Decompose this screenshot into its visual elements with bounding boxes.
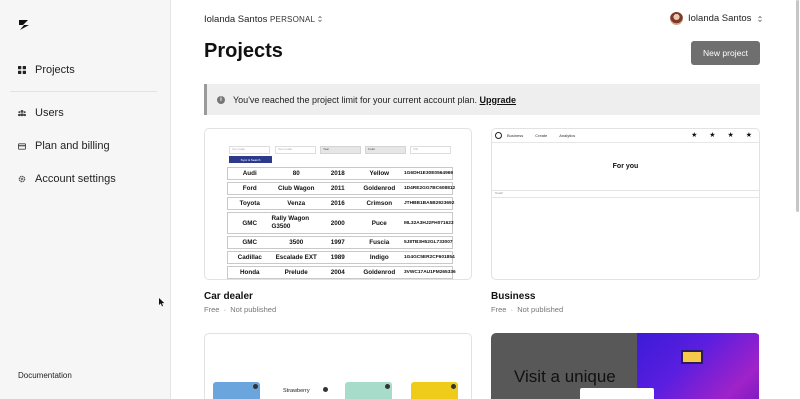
table-row: Honda Prelude 2004 Goldenrod 3VWC17AU1FM2653…	[227, 266, 456, 279]
new-project-button[interactable]: New project	[691, 41, 760, 65]
user-menu[interactable]: Iolanda Santos	[670, 12, 764, 25]
table-row: Ford Club Wagon 2011 Goldenrod 1D4RE2GG7BC60…	[227, 182, 455, 195]
sidebar-item-label: Account settings	[35, 173, 116, 185]
thumbnail-tile	[411, 382, 458, 399]
preview-shape	[681, 350, 703, 364]
card-icon	[18, 142, 26, 150]
sidebar-item-label: Plan and billing	[35, 140, 110, 152]
users-icon	[18, 109, 26, 117]
avatar	[670, 12, 683, 25]
account-type-badge: PERSONAL	[270, 15, 316, 24]
project-title[interactable]: Business	[491, 291, 535, 302]
alert-text: You've reached the project limit for you…	[233, 94, 517, 105]
info-icon: i	[217, 95, 225, 104]
preview-small-text: Small	[495, 191, 503, 195]
upgrade-link[interactable]: Upgrade	[480, 95, 517, 105]
account-name[interactable]: Iolanda Santos	[204, 14, 267, 25]
project-card-car-dealer[interactable]: Car make Car model Year Color VIN Sync &…	[204, 128, 472, 280]
gear-icon	[18, 175, 26, 183]
star-icons: ★ ★ ★ ★	[691, 132, 757, 139]
close-icon	[323, 387, 328, 392]
table-row: GMC Rally Wagon G3500 2000 Puce ML32A3HJ2FH0…	[227, 212, 454, 234]
search-button: Sync & Search	[229, 156, 272, 163]
cars-table: Audi 80 2018 Yellow 1G6DH1E30E0564969 Ford Cl…	[227, 167, 456, 279]
sidebar-item-label: Projects	[35, 64, 75, 76]
chevron-updown-icon[interactable]	[316, 14, 324, 24]
filter-input: Car model	[275, 146, 316, 154]
table-row: Audi 80 2018 Yellow 1G6DH1E30E0564969	[227, 167, 453, 180]
zap-logo-icon[interactable]	[17, 18, 31, 32]
table-row: Toyota Venza 2016 Crimson JTHBB1BA5B2923692	[227, 197, 454, 210]
logo-icon	[495, 132, 502, 139]
filter-select: Color	[365, 146, 406, 154]
preview-headline: Visit a unique	[514, 367, 616, 386]
filter-input: VIN	[410, 146, 451, 154]
preview-bar	[580, 388, 654, 399]
documentation-link[interactable]: Documentation	[18, 371, 72, 380]
preview-nav: Business Create Analytics ★ ★ ★ ★	[492, 129, 759, 143]
divider	[10, 91, 157, 92]
user-name: Iolanda Santos	[688, 13, 752, 24]
chevron-updown-icon	[758, 15, 763, 22]
tile-label: Strawberry	[283, 388, 310, 394]
project-title[interactable]: Car dealer	[204, 291, 253, 302]
filter-input: Car make	[229, 146, 270, 154]
project-card-business[interactable]: Business Create Analytics ★ ★ ★ ★ For yo…	[491, 128, 760, 280]
thumbnail-tile	[213, 382, 260, 399]
divider	[492, 190, 759, 191]
sidebar-item-users[interactable]: Users	[18, 107, 64, 119]
preview-hero: For you	[612, 162, 639, 170]
preview-image	[637, 333, 759, 399]
project-meta: Free · Not published	[491, 305, 564, 314]
filter-select: Year	[320, 146, 361, 154]
sidebar-item-label: Users	[35, 107, 64, 119]
sidebar-item-projects[interactable]: Projects	[18, 64, 75, 76]
project-card-4[interactable]: Visit a unique	[491, 333, 760, 399]
project-limit-alert: i You've reached the project limit for y…	[204, 84, 760, 115]
thumbnail-tile	[345, 382, 392, 399]
scrollbar-thumb[interactable]	[796, 0, 799, 212]
sidebar-item-account-settings[interactable]: Account settings	[18, 173, 116, 185]
sidebar-item-plan-billing[interactable]: Plan and billing	[18, 140, 110, 152]
divider	[492, 197, 759, 198]
sidebar: Projects Users Plan and billing Account …	[0, 0, 171, 399]
table-row: GMC 3500 1997 Fuscia 5J8TB3H52GL733007	[227, 236, 453, 249]
table-row: Cadillac Escalade EXT 1989 Indigo 1G4GC5ER2C…	[227, 251, 455, 264]
project-meta: Free · Not published	[204, 305, 277, 314]
mouse-cursor-icon	[159, 298, 165, 307]
page-title: Projects	[204, 40, 283, 62]
project-card-3[interactable]: Strawberry	[204, 333, 472, 399]
grid-icon	[18, 66, 26, 74]
